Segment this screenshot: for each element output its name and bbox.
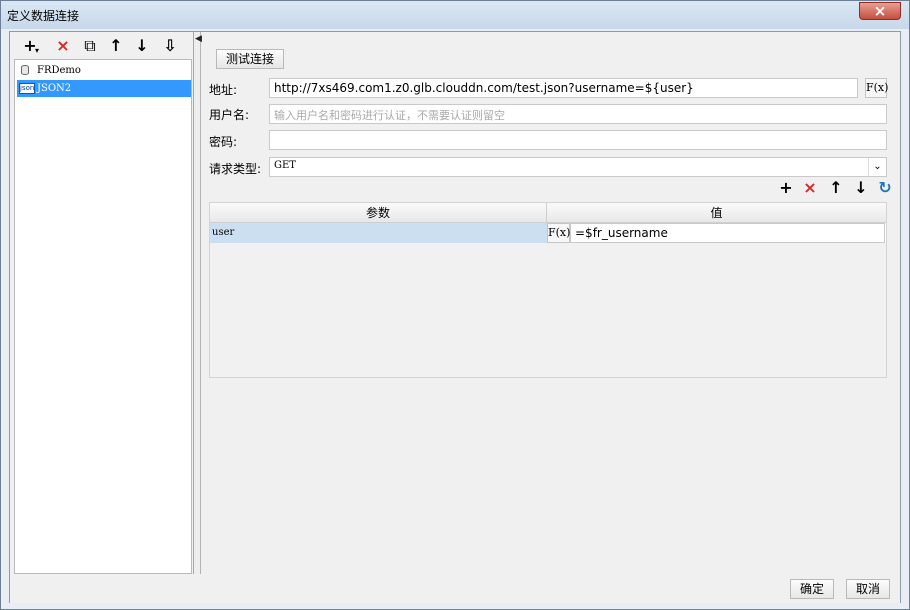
connection-tree[interactable]: FRDemo json JSON2	[14, 59, 192, 574]
test-connection-button[interactable]: 测试连接	[216, 49, 284, 69]
value-column-header: 值	[547, 203, 886, 223]
delete-connection-button[interactable]: ×	[53, 38, 73, 56]
address-label: 地址:	[209, 83, 238, 97]
move-down-button[interactable]: ↓	[132, 38, 152, 56]
param-column-header: 参数	[210, 203, 547, 223]
parameters-table: 参数 值 user F(x) =$fr_username	[209, 202, 887, 378]
username-input[interactable]: 输入用户名和密码进行认证，不需要认证则留空	[269, 104, 887, 124]
param-cell[interactable]: user	[210, 223, 547, 243]
request-type-select[interactable]: GET ⌄	[269, 157, 887, 177]
value-input[interactable]: =$fr_username	[570, 223, 885, 243]
username-placeholder: 输入用户名和密码进行认证，不需要认证则留空	[274, 109, 505, 122]
value-formula-button[interactable]: F(x)	[547, 223, 570, 243]
cancel-button[interactable]: 取消	[846, 579, 890, 599]
move-parameter-down-button[interactable]: ↓	[851, 179, 871, 197]
address-input[interactable]: http://7xs469.com1.z0.glb.clouddn.com/te…	[269, 78, 858, 98]
close-button[interactable]: ×	[859, 2, 901, 20]
delete-parameter-button[interactable]: ×	[800, 179, 820, 197]
add-parameter-button[interactable]: +	[776, 179, 796, 197]
data-connection-dialog: 定义数据连接 × + ▾ × ⧉ ↑ ↓ ⇩ FRDemo json JSON2	[0, 0, 910, 610]
collapse-icon: ◀	[195, 34, 202, 44]
window-title: 定义数据连接	[7, 9, 80, 23]
connection-label: FRDemo	[37, 65, 81, 76]
connection-label: JSON2	[37, 83, 72, 94]
ok-button[interactable]: 确定	[790, 579, 834, 599]
refresh-parameters-button[interactable]: ↻	[875, 179, 895, 197]
title-bar: 定义数据连接 ×	[1, 1, 909, 29]
chevron-down-icon: ⌄	[868, 158, 886, 176]
json-icon: json	[19, 83, 35, 94]
dialog-footer: 确定 取消	[10, 574, 900, 603]
password-label: 密码:	[209, 135, 238, 149]
connection-item-frdemo[interactable]: FRDemo	[17, 62, 191, 79]
sort-button[interactable]: ⇩	[160, 38, 180, 56]
connection-settings-panel: 测试连接 地址: http://7xs469.com1.z0.glb.cloud…	[202, 32, 902, 574]
connection-list-panel: + ▾ × ⧉ ↑ ↓ ⇩ FRDemo json JSON2	[10, 32, 194, 574]
database-icon	[21, 65, 29, 75]
value-cell: F(x) =$fr_username	[547, 223, 886, 243]
dropdown-icon: ▾	[35, 46, 40, 55]
request-type-value: GET	[274, 160, 296, 171]
panel-splitter[interactable]: ◀	[194, 32, 202, 574]
address-formula-button[interactable]: F(x)	[865, 78, 888, 98]
password-input[interactable]	[269, 130, 887, 150]
username-label: 用户名:	[209, 108, 250, 122]
add-connection-button[interactable]: + ▾	[20, 38, 40, 56]
dialog-body: + ▾ × ⧉ ↑ ↓ ⇩ FRDemo json JSON2 ◀ 测试连接 地…	[9, 31, 901, 603]
table-row[interactable]: user F(x) =$fr_username	[210, 223, 886, 243]
request-type-label: 请求类型:	[209, 162, 262, 176]
copy-connection-button[interactable]: ⧉	[80, 38, 100, 56]
move-parameter-up-button[interactable]: ↑	[826, 179, 846, 197]
connection-item-json2[interactable]: json JSON2	[17, 80, 191, 97]
move-up-button[interactable]: ↑	[106, 38, 126, 56]
